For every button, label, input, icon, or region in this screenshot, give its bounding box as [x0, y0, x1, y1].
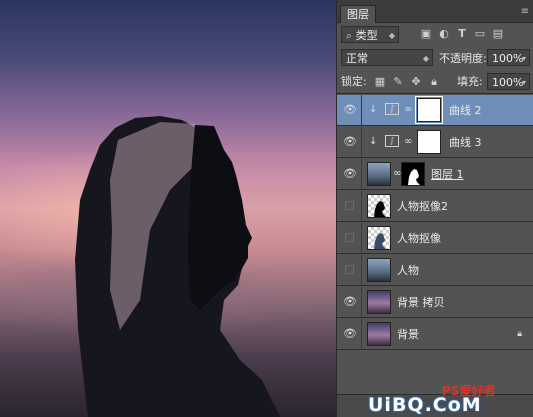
link-icon[interactable]: ∞	[404, 136, 412, 147]
blend-mode-value: 正常	[346, 52, 368, 65]
panel-menu-icon[interactable]: ≡	[521, 6, 529, 17]
layer-curves-3[interactable]: 👁︎ ↓ ∫ ∞ 曲线 3	[337, 127, 533, 158]
layer-portrait-cutout[interactable]: 人物抠像	[337, 223, 533, 254]
visibility-divider	[361, 127, 362, 157]
curves-adjustment-icon: ∫	[385, 135, 399, 147]
layer-thumbnail[interactable]	[367, 322, 391, 346]
eye-icon[interactable]: 👁︎	[343, 296, 357, 308]
layer-thumbnail[interactable]	[367, 290, 391, 314]
thumb-silhouette	[374, 233, 386, 249]
visibility-toggle[interactable]	[345, 201, 354, 210]
filter-row: ⌕ 类型 ◆ ▣ ◐ T ▭ ▤	[337, 24, 533, 46]
lock-transparent-icon[interactable]: ▦	[373, 76, 387, 88]
curves-adjustment-icon: ∫	[385, 103, 399, 115]
chevron-updown-icon: ◆	[422, 54, 429, 63]
filter-kind-select[interactable]: ⌕ 类型 ◆	[341, 26, 399, 43]
fill-value: 100%	[492, 76, 524, 89]
layer-name[interactable]: 背景	[397, 319, 419, 350]
clipping-arrow-icon: ↓	[369, 136, 378, 147]
layer-name[interactable]: 图层 1	[431, 159, 464, 190]
chevron-updown-icon: ◆	[388, 31, 395, 40]
filter-smart-object-icon[interactable]: ▤	[491, 28, 505, 40]
panel-tab-bar: 图层 ≡	[337, 0, 533, 23]
visibility-divider	[361, 255, 362, 285]
layer-thumbnail[interactable]	[367, 258, 391, 282]
layer-mask-thumbnail[interactable]	[415, 96, 443, 124]
layer-curves-2[interactable]: 👁︎ ↓ ∫ ∞ 曲线 2	[337, 95, 533, 126]
visibility-toggle[interactable]	[345, 233, 354, 242]
filter-shape-icon[interactable]: ▭	[473, 28, 487, 40]
layer-thumbnail[interactable]	[367, 162, 391, 186]
filter-adjustment-icon[interactable]: ◐	[437, 28, 451, 40]
layer-person[interactable]: 人物	[337, 255, 533, 286]
layer-thumbnail[interactable]	[367, 226, 391, 250]
layer-name[interactable]: 曲线 2	[449, 95, 482, 126]
layer-name[interactable]: 人物	[397, 255, 419, 286]
visibility-divider	[361, 159, 362, 189]
filter-pixel-icon[interactable]: ▣	[419, 28, 433, 40]
eye-icon[interactable]: 👁︎	[343, 328, 357, 340]
layer-name[interactable]: 曲线 3	[449, 127, 482, 158]
layer-name[interactable]: 人物抠像	[397, 223, 441, 254]
visibility-divider	[361, 223, 362, 253]
layer-name[interactable]: 背景 拷贝	[397, 287, 445, 318]
layer-background-copy[interactable]: 👁︎ 背景 拷贝	[337, 287, 533, 318]
search-icon: ⌕	[346, 29, 353, 42]
eye-icon[interactable]: 👁︎	[343, 136, 357, 148]
opacity-value: 100%	[492, 52, 524, 65]
fill-input[interactable]: 100% ▾	[487, 73, 530, 90]
watermark: PS爱好者 UiBQ.CoM	[368, 382, 528, 416]
chevron-down-icon: ▾	[521, 54, 526, 63]
fill-label: 填充:	[457, 75, 483, 88]
filter-kind-value: 类型	[355, 29, 378, 42]
clipping-arrow-icon: ↓	[369, 104, 378, 115]
lock-label: 锁定:	[341, 75, 367, 88]
blend-row: 正常 ◆ 不透明度: 100% ▾	[337, 47, 533, 69]
layer-thumbnail[interactable]	[367, 194, 391, 218]
opacity-input[interactable]: 100% ▾	[487, 49, 530, 66]
layer-mask-thumbnail[interactable]	[401, 162, 425, 186]
blend-mode-select[interactable]: 正常 ◆	[341, 49, 433, 66]
filter-type-icon[interactable]: T	[455, 28, 469, 40]
layers-panel: 图层 ≡ ⌕ 类型 ◆ ▣ ◐ T ▭ ▤ 正常 ◆ 不透明度: 100% ▾ …	[336, 0, 533, 417]
watermark-logo-text: UiBQ.CoM	[368, 394, 482, 416]
link-icon[interactable]: ∞	[404, 104, 412, 115]
layer-portrait-cutout-2[interactable]: 人物抠像2	[337, 191, 533, 222]
lock-position-icon[interactable]: ✥	[409, 76, 423, 88]
chevron-down-icon: ▾	[521, 78, 526, 87]
visibility-divider	[361, 191, 362, 221]
mask-silhouette	[408, 169, 420, 185]
eye-icon[interactable]: 👁︎	[343, 168, 357, 180]
visibility-divider	[361, 95, 362, 125]
double-exposure-silhouette	[75, 116, 280, 417]
thumb-silhouette	[374, 201, 386, 217]
document-canvas[interactable]	[0, 0, 336, 417]
layer-name[interactable]: 人物抠像2	[397, 191, 448, 222]
lock-icon: 🔒︎	[517, 329, 522, 339]
lock-row: 锁定: ▦ ✎ ✥ 🔒︎ 填充: 100% ▾	[337, 71, 533, 94]
eye-icon[interactable]: 👁︎	[343, 104, 357, 116]
visibility-divider	[361, 319, 362, 349]
tab-layers[interactable]: 图层	[340, 5, 376, 23]
opacity-label: 不透明度:	[439, 52, 487, 65]
lock-all-icon[interactable]: 🔒︎	[427, 76, 441, 88]
visibility-divider	[361, 287, 362, 317]
layer-mask-thumbnail[interactable]	[417, 130, 441, 154]
layer-background[interactable]: 👁︎ 背景 🔒︎	[337, 319, 533, 350]
visibility-toggle[interactable]	[345, 265, 354, 274]
layer-1[interactable]: 👁︎ ∞ 图层 1	[337, 159, 533, 190]
lock-pixels-icon[interactable]: ✎	[391, 76, 405, 88]
